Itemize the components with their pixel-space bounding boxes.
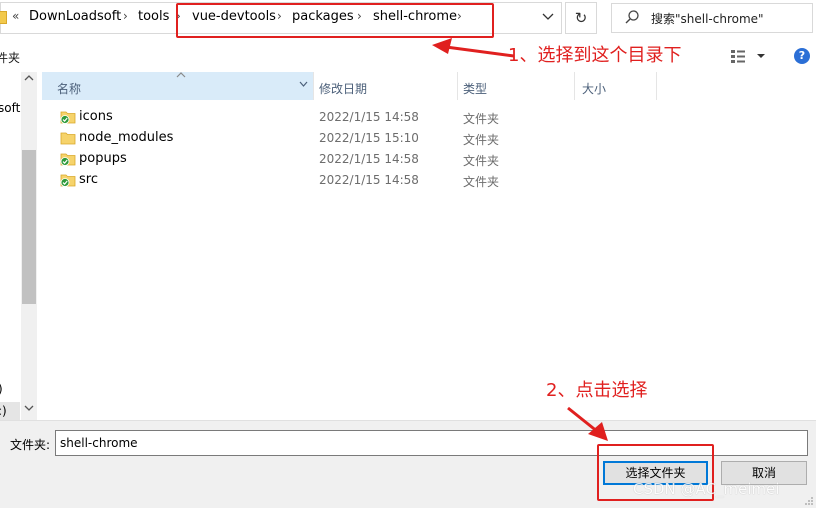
chevron-down-icon <box>542 13 554 20</box>
column-label-name: 名称 <box>57 82 82 96</box>
sort-ascending-icon <box>176 70 186 81</box>
nav-item[interactable]: soft <box>0 101 20 115</box>
folder-field-label: 文件夹: <box>10 438 51 452</box>
annotation-step1-text: 1、选择到这个目录下 <box>508 45 682 66</box>
annotation-box-path <box>176 3 494 38</box>
help-button[interactable]: ? <box>794 48 810 64</box>
annotation-arrow-step2 <box>567 406 608 441</box>
nav-scrollbar-thumb[interactable] <box>22 150 36 304</box>
file-type: 文件夹 <box>463 175 500 189</box>
column-label-date: 修改日期 <box>319 82 368 96</box>
search-icon <box>625 10 639 24</box>
scroll-up-button[interactable] <box>21 74 37 88</box>
file-name[interactable]: icons <box>79 109 113 124</box>
file-date: 2022/1/15 15:10 <box>319 131 419 145</box>
column-filter-chevron-icon[interactable] <box>299 80 308 90</box>
chevron-up-icon <box>24 75 34 81</box>
file-date: 2022/1/15 14:58 <box>319 152 419 166</box>
synced-folder-icon <box>60 111 76 124</box>
annotation-step2-text: 2、点击选择 <box>546 380 648 401</box>
file-name[interactable]: src <box>79 172 98 187</box>
breadcrumb-separator[interactable]: › <box>123 9 128 23</box>
view-options-button[interactable] <box>729 47 773 65</box>
new-folder-button[interactable]: 件夹 <box>0 49 20 66</box>
watermark: CSDN @AC_meimei <box>633 480 780 498</box>
nav-item[interactable]: :) <box>0 404 7 418</box>
folder-icon <box>60 132 76 145</box>
folder-icon <box>0 11 7 24</box>
file-date: 2022/1/15 14:58 <box>319 110 419 124</box>
scroll-down-button[interactable] <box>21 404 37 418</box>
annotation-arrow-step1 <box>432 38 515 58</box>
view-options-icon <box>731 50 765 63</box>
breadcrumb-tools[interactable]: tools <box>138 9 169 24</box>
refresh-button[interactable]: ↻ <box>565 2 597 34</box>
address-history-dropdown[interactable] <box>538 10 558 26</box>
synced-folder-icon <box>60 174 76 187</box>
search-placeholder: 搜索"shell-chrome" <box>651 12 764 26</box>
column-label-size: 大小 <box>582 82 607 96</box>
column-label-type: 类型 <box>463 82 488 96</box>
file-name[interactable]: node_modules <box>79 130 173 145</box>
file-name[interactable]: popups <box>79 151 127 166</box>
file-type: 文件夹 <box>463 154 500 168</box>
resize-grip-icon[interactable] <box>804 496 814 506</box>
file-type: 文件夹 <box>463 133 500 147</box>
nav-item[interactable]: ) <box>0 382 3 396</box>
file-type: 文件夹 <box>463 112 500 126</box>
file-date: 2022/1/15 14:58 <box>319 173 419 187</box>
synced-folder-icon <box>60 153 76 166</box>
chevron-down-icon <box>24 405 34 411</box>
breadcrumb-overflow[interactable]: « <box>12 9 19 23</box>
breadcrumb-downloadsoft[interactable]: DownLoadsoft <box>29 9 121 24</box>
